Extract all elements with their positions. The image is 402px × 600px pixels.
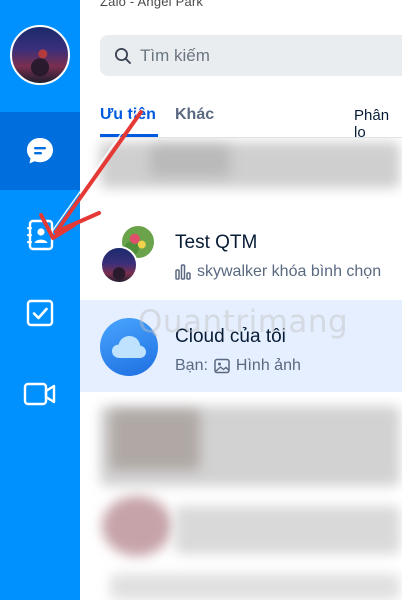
search-input[interactable]: Tìm kiếm bbox=[100, 35, 402, 76]
cloud-avatar bbox=[100, 318, 158, 376]
search-icon bbox=[115, 47, 131, 64]
chat-bubble-icon bbox=[27, 138, 53, 164]
conversation-item-test-qtm[interactable]: Test QTM skywalker khóa bình chọn bbox=[80, 212, 402, 298]
conversation-name: Cloud của tôi bbox=[175, 326, 286, 347]
preview-text: Hình ảnh bbox=[235, 357, 301, 374]
poll-icon bbox=[175, 264, 191, 280]
conversation-name: Test QTM bbox=[175, 232, 258, 253]
sidebar-item-video-call[interactable] bbox=[0, 355, 80, 433]
sidebar-item-messages[interactable] bbox=[0, 112, 80, 190]
conversation-item-my-cloud[interactable]: Cloud của tôi Bạn: Hình ảnh bbox=[80, 300, 402, 392]
contact-book-icon bbox=[27, 219, 54, 251]
conversation-preview: skywalker khóa bình chọn bbox=[175, 263, 381, 281]
user-avatar[interactable] bbox=[10, 25, 70, 85]
window-title: Zalo - Angel Park bbox=[100, 0, 204, 9]
search-placeholder: Tìm kiếm bbox=[140, 45, 210, 65]
sidebar bbox=[0, 0, 80, 600]
tab-priority[interactable]: Ưu tiên bbox=[100, 106, 156, 124]
tab-active-indicator bbox=[100, 134, 158, 137]
conversation-tabs: Ưu tiên Khác Phân lo bbox=[100, 104, 402, 141]
group-avatar bbox=[100, 224, 158, 284]
sidebar-item-contacts[interactable] bbox=[0, 196, 80, 274]
checkbox-icon bbox=[26, 299, 54, 327]
blurred-conversation-list[interactable] bbox=[80, 396, 402, 600]
tab-other[interactable]: Khác bbox=[175, 106, 214, 124]
member-avatar bbox=[100, 246, 138, 284]
sidebar-item-todo[interactable] bbox=[0, 274, 80, 352]
image-icon bbox=[214, 358, 230, 374]
conversation-preview: Bạn: Hình ảnh bbox=[175, 357, 301, 375]
preview-sender: Bạn: bbox=[175, 357, 208, 374]
cloud-icon bbox=[112, 336, 146, 358]
classify-dropdown[interactable]: Phân lo bbox=[354, 107, 402, 141]
video-camera-icon bbox=[23, 382, 56, 406]
preview-text: skywalker khóa bình chọn bbox=[197, 263, 382, 280]
blurred-conversation-row[interactable] bbox=[80, 138, 402, 198]
